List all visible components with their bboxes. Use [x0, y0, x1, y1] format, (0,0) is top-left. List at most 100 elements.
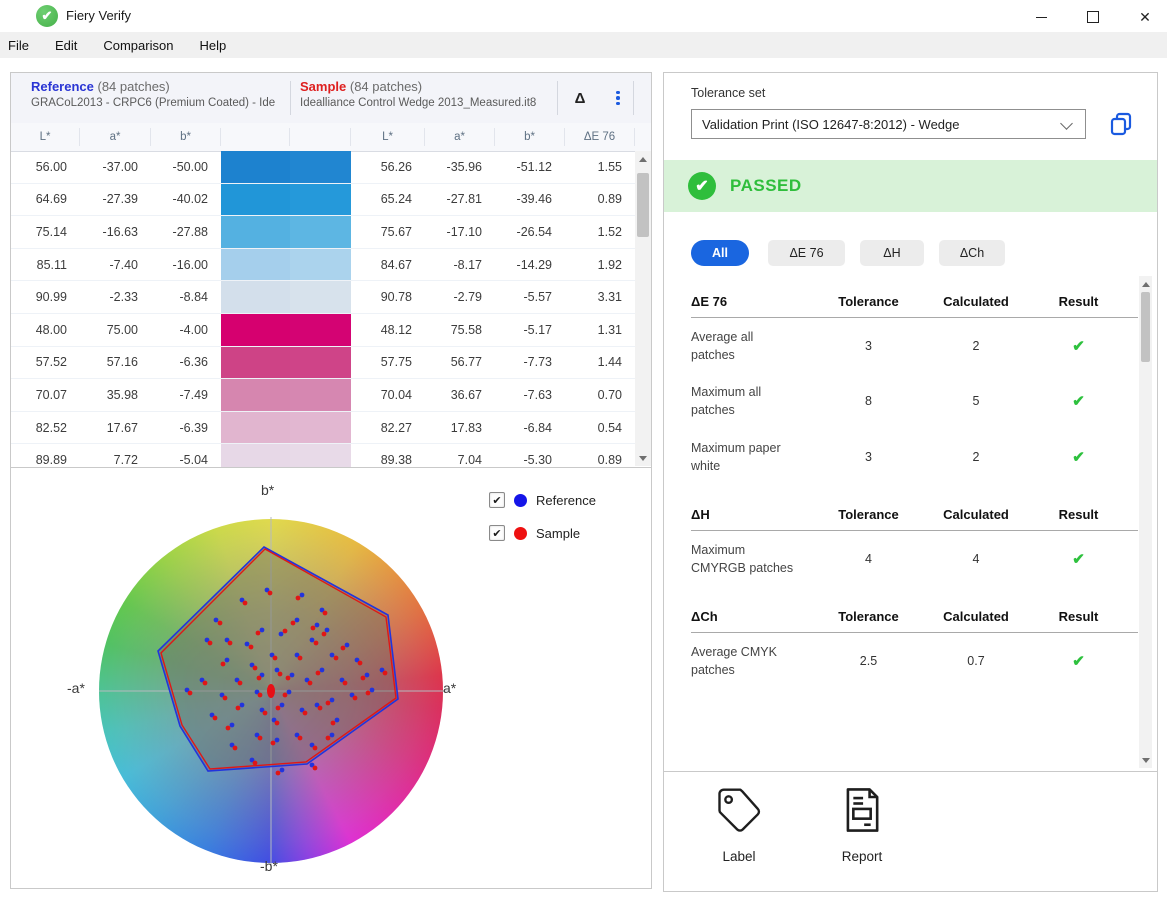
- chevron-down-icon: [1060, 117, 1073, 130]
- sample-color-patch: [290, 444, 351, 468]
- comparison-rows: 56.00 -37.00 -50.00 56.26 -35.96 -51.12 …: [11, 151, 651, 468]
- sample-subtitle: Idealliance Control Wedge 2013_Measured.…: [300, 97, 536, 109]
- reference-dot-icon: [514, 494, 527, 507]
- header-divider: [633, 81, 634, 115]
- results-list: ΔE 76 Tolerance Calculated Result Averag…: [691, 285, 1138, 702]
- label-button-text: Label: [699, 849, 779, 864]
- pass-check-icon: ✔: [1036, 652, 1121, 670]
- delta-toggle-button[interactable]: Δ: [567, 85, 593, 111]
- table-scrollbar-thumb[interactable]: [637, 173, 649, 237]
- passed-check-icon: ✔: [688, 172, 716, 200]
- actions-bar: Label Report: [664, 771, 1157, 892]
- sample-color-patch: [290, 249, 351, 281]
- table-scrollbar[interactable]: [635, 151, 651, 466]
- col-scroll-gap: [635, 128, 651, 146]
- table-row[interactable]: 75.14 -16.63 -27.88 75.67 -17.10 -26.54 …: [11, 216, 651, 249]
- results-row: Maximum CMYRGB patches 4 4 ✔: [691, 531, 1138, 586]
- table-row[interactable]: 56.00 -37.00 -50.00 56.26 -35.96 -51.12 …: [11, 151, 651, 184]
- menu-help[interactable]: Help: [199, 38, 226, 53]
- table-row[interactable]: 57.52 57.16 -6.36 57.75 56.77 -7.73 1.44: [11, 347, 651, 380]
- sample-color-patch: [290, 151, 351, 183]
- pass-check-icon: ✔: [1036, 550, 1121, 568]
- menu-edit[interactable]: Edit: [55, 38, 77, 53]
- table-row[interactable]: 85.11 -7.40 -16.00 84.67 -8.17 -14.29 1.…: [11, 249, 651, 282]
- column-header-row: L* a* b* L* a* b* ΔE 76: [11, 123, 651, 152]
- status-text: PASSED: [730, 176, 802, 196]
- maximize-button[interactable]: [1078, 6, 1108, 28]
- results-scrollbar[interactable]: [1139, 276, 1152, 768]
- report-button[interactable]: Report: [822, 784, 902, 864]
- comparison-header: Reference (84 patches) GRACoL2013 - CRPC…: [11, 73, 651, 124]
- table-row[interactable]: 64.69 -27.39 -40.02 65.24 -27.81 -39.46 …: [11, 184, 651, 217]
- comparison-panel: Reference (84 patches) GRACoL2013 - CRPC…: [10, 72, 652, 889]
- results-section-header: ΔCh Tolerance Calculated Result: [691, 600, 1138, 633]
- center-cluster: [267, 684, 275, 698]
- close-button[interactable]: ✕: [1130, 6, 1160, 28]
- app-icon: ✔: [36, 5, 58, 27]
- section-name: ΔE 76: [691, 294, 821, 309]
- section-name: ΔH: [691, 507, 821, 522]
- copy-tolerance-button[interactable]: [1107, 110, 1135, 138]
- axis-label-b-neg: -b*: [260, 858, 278, 874]
- tab-delta-e76[interactable]: ΔE 76: [768, 240, 845, 266]
- result-filter-tabs: All ΔE 76 ΔH ΔCh: [691, 240, 1005, 266]
- tolerance-set-label: Tolerance set: [691, 86, 765, 100]
- reference-color-patch: [221, 249, 290, 281]
- reference-color-patch: [221, 444, 290, 468]
- reference-title: Reference: [31, 79, 94, 94]
- tolerance-set-value: Validation Print (ISO 12647-8:2012) - We…: [702, 117, 960, 132]
- sample-color-patch: [290, 216, 351, 248]
- tab-all[interactable]: All: [691, 240, 749, 266]
- tab-delta-h[interactable]: ΔH: [860, 240, 924, 266]
- table-row[interactable]: 90.99 -2.33 -8.84 90.78 -2.79 -5.57 3.31: [11, 281, 651, 314]
- sample-dot-icon: [514, 527, 527, 540]
- sample-checkbox[interactable]: ✔: [489, 525, 505, 541]
- minimize-button[interactable]: [1026, 6, 1056, 28]
- col-ref-a: a*: [80, 128, 151, 146]
- col-sample-patch: [290, 128, 351, 146]
- reference-checkbox[interactable]: ✔: [489, 492, 505, 508]
- results-row: Maximum paper white 3 2 ✔: [691, 429, 1138, 484]
- comparison-table-body: 56.00 -37.00 -50.00 56.26 -35.96 -51.12 …: [11, 151, 651, 468]
- reference-color-patch: [221, 151, 290, 183]
- table-row[interactable]: 48.00 75.00 -4.00 48.12 75.58 -5.17 1.31: [11, 314, 651, 347]
- reference-color-patch: [221, 184, 290, 216]
- reference-color-patch: [221, 412, 290, 444]
- scroll-up-icon[interactable]: [635, 151, 651, 167]
- header-divider: [290, 81, 291, 115]
- sample-color-patch: [290, 281, 351, 313]
- chart-legend: ✔ Reference ✔ Sample: [489, 492, 596, 558]
- tab-delta-ch[interactable]: ΔCh: [939, 240, 1005, 266]
- status-banner: ✔ PASSED: [664, 160, 1157, 212]
- reference-header: Reference (84 patches) GRACoL2013 - CRPC…: [31, 79, 275, 109]
- menu-comparison[interactable]: Comparison: [103, 38, 173, 53]
- results-scrollbar-thumb[interactable]: [1141, 292, 1150, 362]
- sample-color-patch: [290, 184, 351, 216]
- results-row: Average CMYK patches 2.5 0.7 ✔: [691, 633, 1138, 688]
- table-row[interactable]: 82.52 17.67 -6.39 82.27 17.83 -6.84 0.54: [11, 412, 651, 445]
- reference-count: (84 patches): [98, 79, 170, 94]
- reference-subtitle: GRACoL2013 - CRPC6 (Premium Coated) - Id…: [31, 97, 275, 109]
- reference-color-patch: [221, 281, 290, 313]
- pass-check-icon: ✔: [1036, 392, 1121, 410]
- tolerance-set-select[interactable]: Validation Print (ISO 12647-8:2012) - We…: [691, 109, 1086, 139]
- col-sample-b: b*: [495, 128, 565, 146]
- pass-check-icon: ✔: [1036, 337, 1121, 355]
- reference-color-patch: [221, 314, 290, 346]
- scroll-down-icon[interactable]: [1139, 752, 1152, 768]
- col-ref-l: L*: [11, 128, 80, 146]
- menu-file[interactable]: File: [8, 38, 29, 53]
- gamut-chart: b* -b* -a* a* ✔ Reference ✔ Sample: [11, 468, 651, 888]
- label-button[interactable]: Label: [699, 784, 779, 864]
- kebab-menu-icon[interactable]: [607, 86, 629, 110]
- col-ref-b: b*: [151, 128, 221, 146]
- col-sample-l: L*: [351, 128, 425, 146]
- table-row[interactable]: 70.07 35.98 -7.49 70.04 36.67 -7.63 0.70: [11, 379, 651, 412]
- table-row[interactable]: 89.89 7.72 -5.04 89.38 7.04 -5.30 0.89: [11, 444, 651, 468]
- legend-sample-label: Sample: [536, 526, 580, 541]
- pass-check-icon: ✔: [1036, 448, 1121, 466]
- scroll-up-icon[interactable]: [1139, 276, 1152, 292]
- title-bar: ✔ Fiery Verify ✕: [0, 0, 1167, 32]
- scroll-down-icon[interactable]: [635, 450, 651, 466]
- sample-title: Sample: [300, 79, 346, 94]
